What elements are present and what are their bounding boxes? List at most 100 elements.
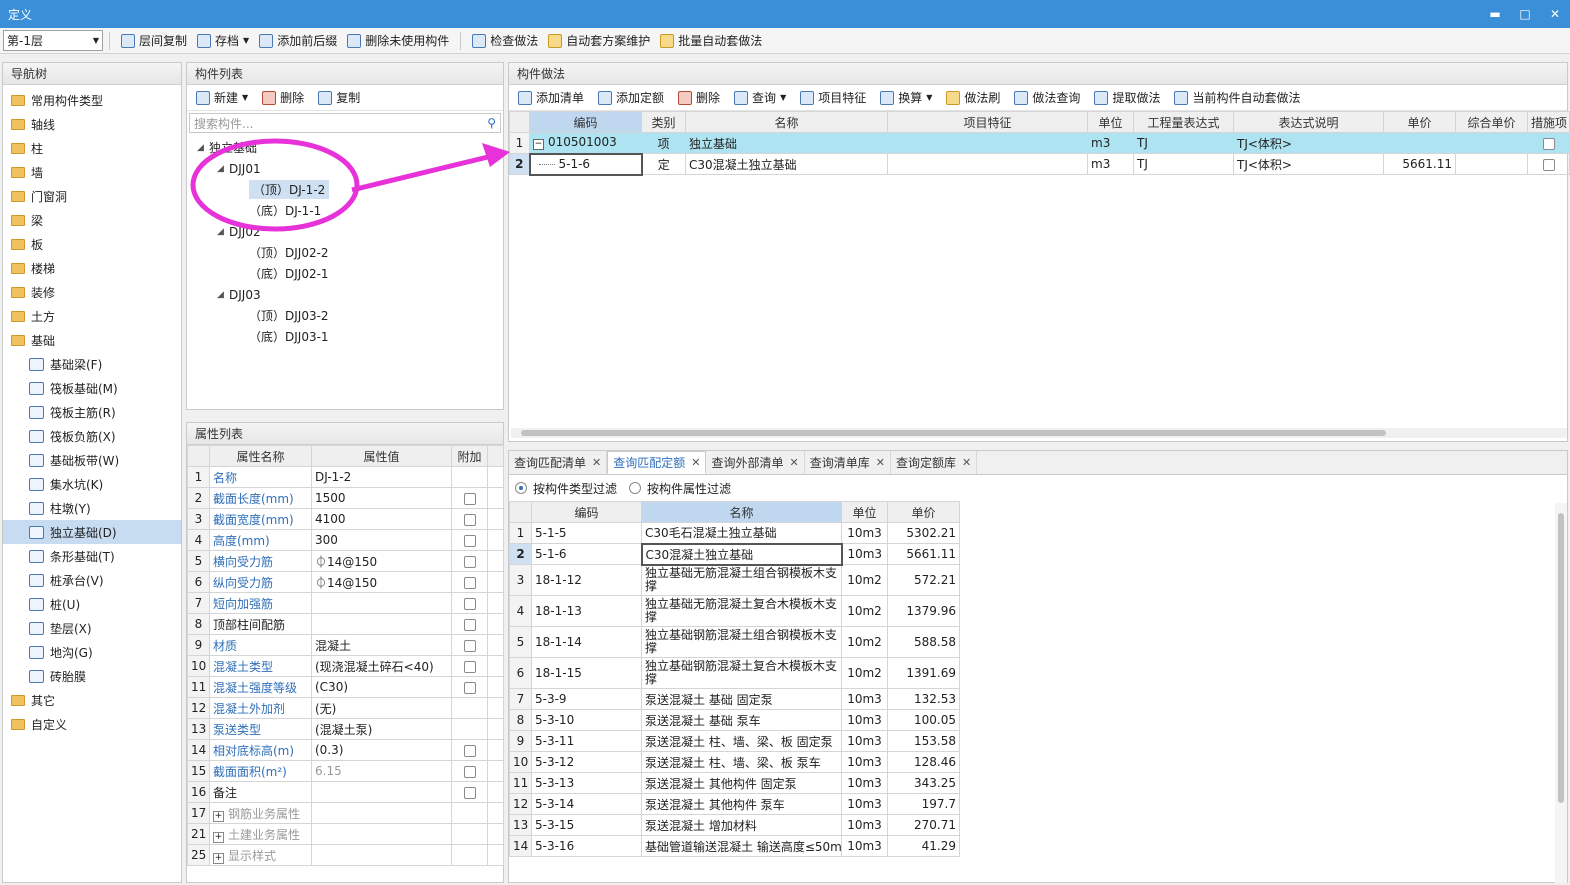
nav-item-top_items1[interactable]: 轴线 [3,112,181,136]
tree-root[interactable]: ◢ 独立基础 [197,137,503,158]
close-tab-icon[interactable]: ✕ [789,456,798,469]
prop-extra-checkbox[interactable] [463,513,476,526]
query-row[interactable]: 14 5-3-16 基础管道输送混凝土 输送高度≤50m 10m3 41.29 [509,835,960,857]
method-price[interactable] [1383,132,1456,154]
prop-extra-checkbox[interactable] [463,786,476,799]
batch-auto-button[interactable]: 批量自动套做法 [655,30,767,52]
prop-value[interactable]: ⏀14@150 [311,550,452,572]
prop-value[interactable]: (无) [311,697,452,719]
prop-extra-checkbox[interactable] [463,660,476,673]
nav-item-top_items7[interactable]: 楼梯 [3,256,181,280]
query-row[interactable]: 11 5-3-13 泵送混凝土 其他构件 固定泵 10m3 343.25 [509,772,960,794]
prop-row[interactable]: 9 材质 混凝土 [187,634,504,656]
prop-value[interactable]: ⏀14@150 [311,571,452,593]
method-code[interactable]: −010501003 [529,132,642,154]
method-btn-1[interactable]: 添加定额 [593,87,669,109]
prop-extra-checkbox[interactable] [463,555,476,568]
add-prefix-suffix-button[interactable]: 添加前后缀 [254,30,342,52]
nav-subitem-10[interactable]: 桩(U) [3,592,181,616]
query-row[interactable]: 10 5-3-12 泵送混凝土 柱、墙、梁、板 泵车 10m3 128.46 [509,751,960,773]
method-btn-9[interactable]: 当前构件自动套做法 [1169,87,1305,109]
method-unit[interactable]: m3 [1087,153,1134,175]
method-expr[interactable]: TJ [1133,132,1234,154]
method-price[interactable]: 5661.11 [1383,153,1456,175]
nav-item-top_items4[interactable]: 门窗洞 [3,184,181,208]
prop-row[interactable]: 2 截面长度(mm) 1500 [187,487,504,509]
method-btn-3[interactable]: 查询 ▼ [729,87,791,109]
prop-value[interactable] [311,592,452,614]
measure-checkbox[interactable] [1542,158,1555,171]
close-tab-icon[interactable]: ✕ [691,456,700,469]
prop-extra-checkbox[interactable] [463,576,476,589]
tree-leaf[interactable]: （顶）DJJ02-2 [197,242,503,263]
nav-subitem-8[interactable]: 条形基础(T) [3,544,181,568]
tree-group[interactable]: ◢ DJJ01 [197,158,503,179]
method-desc[interactable]: TJ<体积> [1233,132,1384,154]
nav-subitem-11[interactable]: 垫层(X) [3,616,181,640]
prop-row[interactable]: 12 混凝土外加剂 (无) [187,697,504,719]
tree-leaf[interactable]: （底）DJ-1-1 [197,200,503,221]
query-tab-1[interactable]: 查询匹配定额 ✕ [607,451,707,474]
prop-value[interactable]: DJ-1-2 [311,466,452,488]
prop-row[interactable]: 25 + 显示样式 [187,844,504,866]
prop-extra-checkbox[interactable] [463,534,476,547]
nav-subitem-6[interactable]: 柱墩(Y) [3,496,181,520]
query-row[interactable]: 8 5-3-10 泵送混凝土 基础 泵车 10m3 100.05 [509,709,960,731]
prop-value[interactable]: (现浇混凝土碎石<40) [311,655,452,677]
maximize-button[interactable]: □ [1510,0,1540,28]
method-row[interactable]: 2 5-1-6 定 C30混凝土独立基础 m3 TJ TJ<体积> 5661.11 [509,152,1570,176]
delete-unused-button[interactable]: 删除未使用构件 [342,30,454,52]
prop-value[interactable]: (混凝土泵) [311,718,452,740]
copy-between-floors-button[interactable]: 层间复制 [116,30,192,52]
query-vscrollbar[interactable] [1555,503,1567,883]
collapse-minus-icon[interactable]: − [533,139,544,151]
prop-value[interactable] [311,781,452,803]
nav-subitem-9[interactable]: 桩承台(V) [3,568,181,592]
query-tab-4[interactable]: 查询定额库 ✕ [891,451,978,474]
method-row[interactable]: 1−010501003 项独立基础 m3 TJ TJ<体积> [509,132,1570,154]
prop-extra-checkbox[interactable] [463,744,476,757]
auto-scheme-button[interactable]: 自动套方案维护 [543,30,655,52]
method-unit[interactable]: m3 [1087,132,1134,154]
prop-row[interactable]: 17 + 钢筋业务属性 [187,802,504,824]
method-btn-2[interactable]: 删除 [673,87,725,109]
prop-extra-checkbox[interactable] [463,492,476,505]
prop-value[interactable] [311,613,452,635]
filter-attr-radio[interactable] [629,482,642,494]
nav-subitem-1[interactable]: 筏板基础(M) [3,376,181,400]
method-type[interactable]: 定 [641,153,686,175]
method-btn-0[interactable]: 添加清单 [513,87,589,109]
minimize-button[interactable]: ▬ [1480,0,1510,28]
nav-item-top_items0[interactable]: 常用构件类型 [3,88,181,112]
nav-subitem-3[interactable]: 筏板负筋(X) [3,424,181,448]
delete-component-button[interactable]: 删除 [257,87,309,109]
method-btn-4[interactable]: 项目特征 [795,87,871,109]
prop-row[interactable]: 21 + 土建业务属性 [187,823,504,845]
tree-group[interactable]: ◢ DJJ02 [197,221,503,242]
query-tab-0[interactable]: 查询匹配清单 ✕ [509,451,608,474]
query-tab-3[interactable]: 查询清单库 ✕ [805,451,891,474]
prop-extra-checkbox[interactable] [463,681,476,694]
method-feature[interactable] [887,132,1088,154]
tree-leaf[interactable]: （底）DJJ03-1 [197,326,503,347]
measure-checkbox[interactable] [1542,137,1555,150]
nav-item-bottom_items1[interactable]: 自定义 [3,712,181,736]
query-row[interactable]: 6 18-1-15 独立基础钢筋混凝土复合木模板木支撑 10m2 1391.69 [509,657,960,689]
query-row[interactable]: 7 5-3-9 泵送混凝土 基础 固定泵 10m3 132.53 [509,688,960,710]
prop-extra-checkbox[interactable] [463,597,476,610]
method-btn-8[interactable]: 提取做法 [1089,87,1165,109]
close-tab-icon[interactable]: ✕ [962,456,971,469]
expand-plus-icon[interactable]: + [213,831,224,843]
prop-extra-checkbox[interactable] [463,765,476,778]
prop-extra-checkbox[interactable] [463,639,476,652]
prop-row[interactable]: 8 顶部柱间配筋 [187,613,504,635]
prop-value[interactable]: (C30) [311,676,452,698]
tree-leaf[interactable]: （顶）DJ-1-2 [197,179,503,200]
methods-hscrollbar[interactable] [511,428,1567,438]
close-tab-icon[interactable]: ✕ [876,456,885,469]
method-btn-5[interactable]: 换算 ▼ [875,87,937,109]
component-search-input[interactable]: 搜索构件... ⚲ [189,113,501,133]
query-row[interactable]: 13 5-3-15 泵送混凝土 增加材料 10m3 270.71 [509,814,960,836]
prop-value[interactable] [311,802,452,824]
prop-row[interactable]: 10 混凝土类型 (现浇混凝土碎石<40) [187,655,504,677]
